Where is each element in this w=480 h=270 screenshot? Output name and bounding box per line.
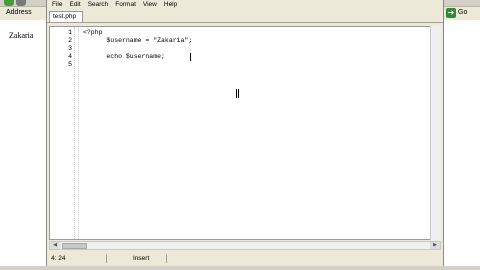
scroll-left-icon[interactable]: ◀ <box>50 242 60 249</box>
page-output-text: Zakaria <box>9 31 34 40</box>
text-caret <box>190 53 191 61</box>
mouse-text-cursor-icon <box>236 89 239 98</box>
scroll-thumb[interactable] <box>62 243 87 249</box>
menu-view[interactable]: View <box>143 1 157 8</box>
menu-search[interactable]: Search <box>88 1 109 8</box>
cursor-position: 4: 24 <box>47 253 107 263</box>
go-button[interactable]: ➔ Go <box>446 7 467 18</box>
insert-mode: Insert <box>107 253 167 263</box>
forward-icon[interactable] <box>16 0 26 6</box>
code-line: 3 <box>50 45 440 53</box>
back-icon[interactable] <box>4 0 14 6</box>
line-number: 5 <box>68 61 72 68</box>
line-number: 4 <box>68 53 72 60</box>
code-text: <?php <box>83 29 103 36</box>
editor-menubar: File Edit Search Format View Help <box>47 0 443 8</box>
status-bar: 4: 24 Insert <box>47 252 443 264</box>
code-line: 1 <?php <box>50 29 440 37</box>
web-page-right <box>444 20 480 270</box>
code-line: 5 <box>50 61 440 69</box>
menu-format[interactable]: Format <box>115 1 136 8</box>
menu-edit[interactable]: Edit <box>69 1 80 8</box>
address-label: Address <box>6 9 32 16</box>
code-text: $username = "Zakaria"; <box>83 37 193 44</box>
line-number: 2 <box>68 37 72 44</box>
horizontal-scrollbar[interactable]: ◀ ▶ <box>49 241 441 250</box>
vertical-scrollbar[interactable] <box>430 26 441 240</box>
code-editor[interactable]: 1 <?php 2 $username = "Zakaria"; 3 4 ech… <box>49 26 441 240</box>
tab-strip: test.php <box>47 9 443 23</box>
taskbar-edge <box>0 266 480 270</box>
menu-help[interactable]: Help <box>164 1 177 8</box>
code-text: echo $username; <box>83 53 165 60</box>
line-number: 1 <box>68 29 72 36</box>
go-arrow-icon: ➔ <box>446 7 456 18</box>
line-number: 3 <box>68 45 72 52</box>
code-line: 2 $username = "Zakaria"; <box>50 37 440 45</box>
tab-test-php[interactable]: test.php <box>49 11 83 22</box>
menu-file[interactable]: File <box>52 1 62 8</box>
go-label: Go <box>458 9 468 16</box>
scroll-right-icon[interactable]: ▶ <box>430 242 440 249</box>
code-editor-window: File Edit Search Format View Help test.p… <box>46 0 444 270</box>
web-page-left <box>0 20 46 270</box>
code-line: 4 echo $username; <box>50 53 440 61</box>
